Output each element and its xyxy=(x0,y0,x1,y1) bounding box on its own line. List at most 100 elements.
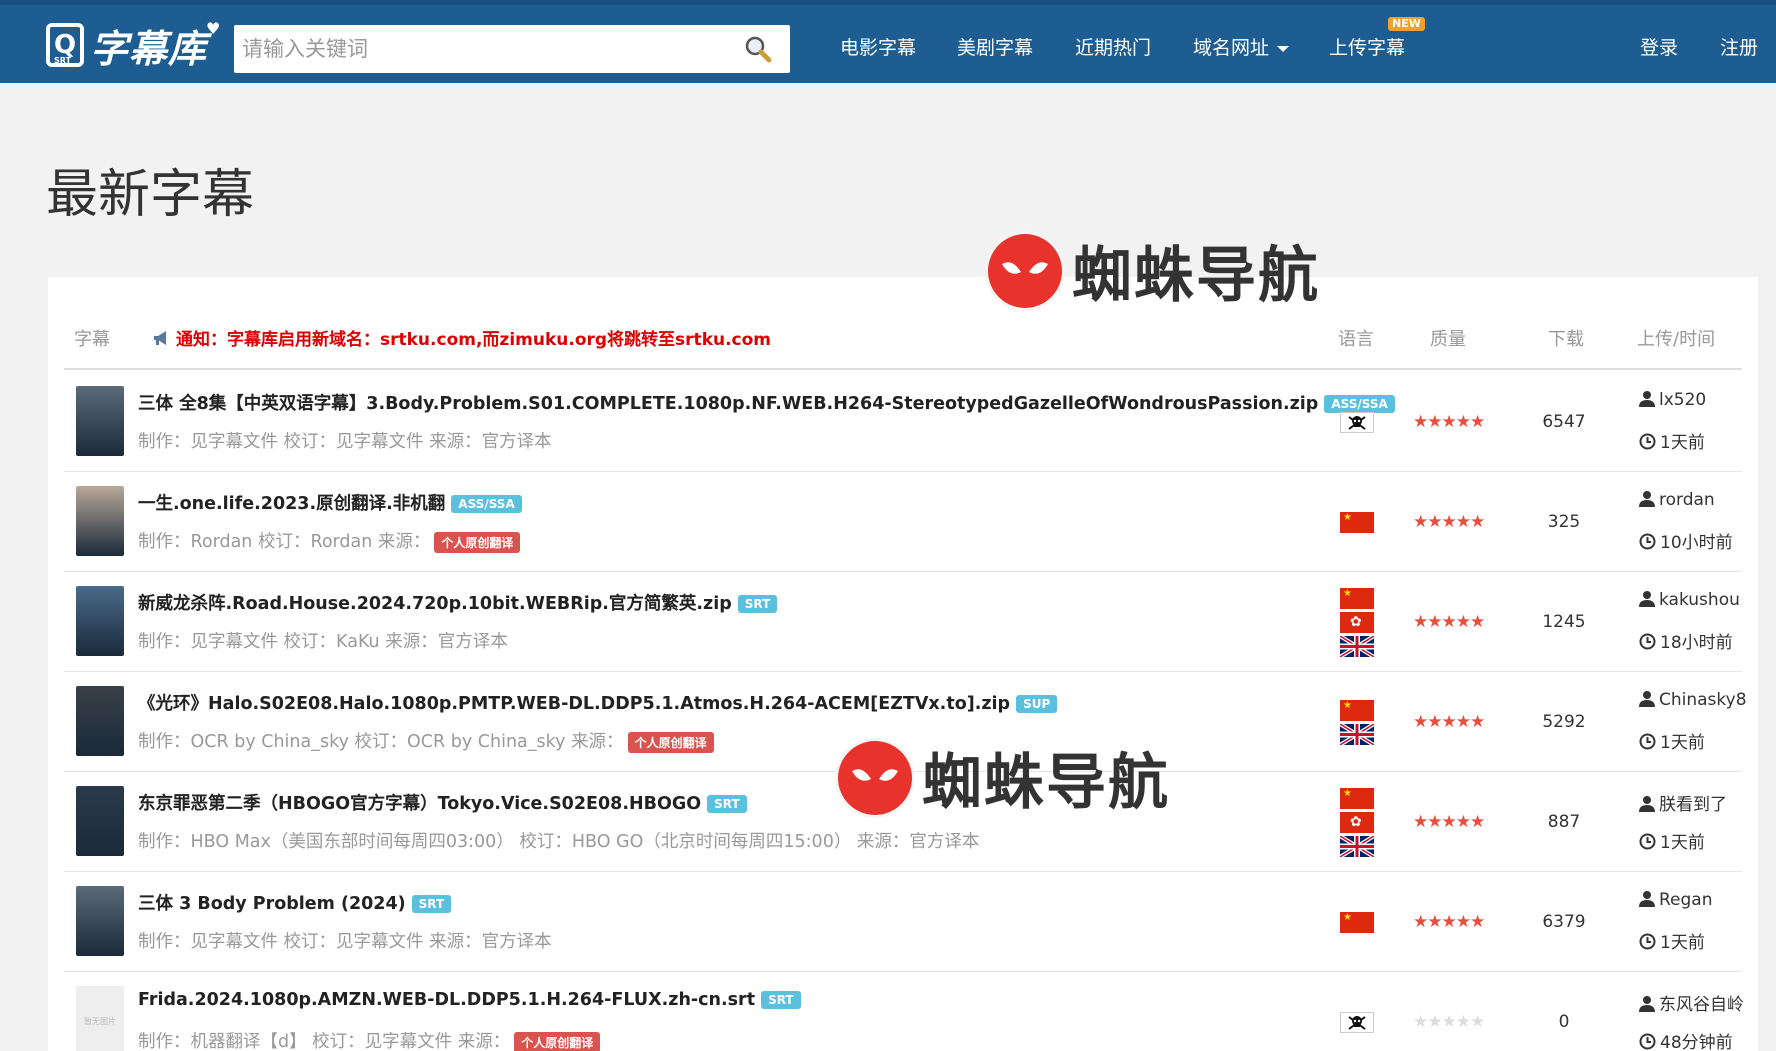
language-flags xyxy=(1340,511,1374,533)
quality-stars: ★★★★★ xyxy=(1413,712,1485,732)
quality-stars: ★★★★★ xyxy=(1413,812,1485,832)
subtitle-title-link[interactable]: 新威龙杀阵.Road.House.2024.720p.10bit.WEBRip.… xyxy=(138,590,778,615)
format-badge: SRT xyxy=(761,991,801,1009)
poster-thumbnail[interactable] xyxy=(76,886,124,956)
page-title: 最新字幕 xyxy=(46,165,255,225)
uploader-name: Regan xyxy=(1659,890,1713,910)
quality-stars: ★★★★★ xyxy=(1413,512,1485,532)
site-logo[interactable]: Q SRT 字幕库 ♥ xyxy=(46,17,220,73)
source-tag: 个人原创翻译 xyxy=(514,1031,601,1051)
subtitle-meta: 制作：HBO Max（美国东部时间每周四03:00） 校订：HBO GO（北京时… xyxy=(138,828,979,853)
uploader-name: 朕看到了 xyxy=(1659,795,1727,815)
poster-thumbnail[interactable] xyxy=(76,386,124,456)
subtitle-title-link[interactable]: Frida.2024.1080p.AMZN.WEB-DL.DDP5.1.H.26… xyxy=(138,990,801,1010)
subtitle-meta-text: 制作：OCR by China_sky 校订：OCR by China_sky … xyxy=(138,732,624,752)
cn-flag-icon xyxy=(1340,911,1374,933)
table-row[interactable]: 三体 3 Body Problem (2024) SRT 制作：见字幕文件 校订：见… xyxy=(64,872,1742,972)
table-header: 字幕 通知：字幕库启用新域名：srtku.com,而zimuku.org将跳转至… xyxy=(64,277,1742,370)
uploader-name: rordan xyxy=(1659,490,1715,510)
search-icon[interactable] xyxy=(744,35,772,63)
nav-upload-subtitles[interactable]: 上传字幕 xyxy=(1329,33,1405,60)
user-icon xyxy=(1639,491,1655,507)
subtitle-title: 新威龙杀阵.Road.House.2024.720p.10bit.WEBRip.… xyxy=(138,594,732,614)
new-badge: NEW xyxy=(1388,17,1425,31)
upload-time-text: 48分钟前 xyxy=(1660,1033,1733,1051)
upload-time-text: 1天前 xyxy=(1660,933,1705,953)
subtitle-title-link[interactable]: 东京罪恶第二季（HBOGO官方字幕）Tokyo.Vice.S02E08.HBOG… xyxy=(138,790,747,815)
uploader[interactable]: 东风谷自岭 xyxy=(1639,990,1749,1015)
subtitle-meta-text: 制作：见字幕文件 校订：见字幕文件 来源：官方译本 xyxy=(138,932,552,952)
header-language: 语言 xyxy=(1338,329,1374,350)
login-link[interactable]: 登录 xyxy=(1640,33,1678,60)
watermark-text: 蜘蛛导航 xyxy=(922,748,1170,818)
poster-thumbnail[interactable]: 暂无图片 xyxy=(76,986,124,1051)
format-badge: ASS/SSA xyxy=(451,495,522,513)
user-icon xyxy=(1639,796,1655,812)
nav-recent-hot[interactable]: 近期热门 xyxy=(1075,33,1151,60)
table-row[interactable]: 一生.one.life.2023.原创翻译.非机翻 ASS/SSA 制作：Rorda… xyxy=(64,472,1742,572)
nav-domains[interactable]: 域名网址 xyxy=(1193,33,1290,60)
uploader[interactable]: rordan xyxy=(1639,490,1749,510)
format-badge: ASS/SSA xyxy=(1324,395,1395,413)
download-count: 1245 xyxy=(1542,612,1586,632)
uploader-name: Chinasky8 xyxy=(1659,690,1747,710)
uploader-name: lx520 xyxy=(1659,390,1707,410)
table-row[interactable]: 暂无图片 Frida.2024.1080p.AMZN.WEB-DL.DDP5.1.… xyxy=(64,972,1744,1051)
download-count: 6379 xyxy=(1542,912,1586,932)
thumbnail-placeholder-text: 暂无图片 xyxy=(84,1017,116,1026)
clock-icon xyxy=(1639,833,1656,850)
subtitle-meta-text: 制作：见字幕文件 校订：KaKu 来源：官方译本 xyxy=(138,632,508,652)
poster-thumbnail[interactable] xyxy=(76,686,124,756)
cn-flag-icon xyxy=(1340,511,1374,533)
source-tag: 个人原创翻译 xyxy=(627,731,714,753)
header-quality: 质量 xyxy=(1430,329,1466,350)
clock-icon xyxy=(1639,1033,1656,1050)
notice-text: 通知：字幕库启用新域名：srtku.com,而zimuku.org将跳转至srt… xyxy=(176,330,772,350)
format-badge: SRT xyxy=(737,595,778,613)
search-input[interactable] xyxy=(234,25,724,73)
clock-icon xyxy=(1639,733,1656,750)
download-count: 887 xyxy=(1547,812,1581,832)
uploader[interactable]: kakushou xyxy=(1639,590,1749,610)
upload-time: 1天前 xyxy=(1639,928,1705,953)
subtitle-title-link[interactable]: 三体 3 Body Problem (2024) SRT xyxy=(138,890,452,915)
source-tag: 个人原创翻译 xyxy=(434,531,521,553)
uploader[interactable]: Chinasky8 xyxy=(1639,690,1749,710)
register-link[interactable]: 注册 xyxy=(1720,33,1758,60)
language-flags xyxy=(1340,699,1374,745)
subtitle-title-link[interactable]: 一生.one.life.2023.原创翻译.非机翻 ASS/SSA xyxy=(138,490,522,515)
uploader[interactable]: Regan xyxy=(1639,890,1749,910)
clock-icon xyxy=(1639,933,1656,950)
download-count: 5292 xyxy=(1542,712,1586,732)
cn-flag-icon xyxy=(1340,787,1374,809)
pirate-flag-icon xyxy=(1340,411,1374,433)
upload-time: 18小时前 xyxy=(1639,628,1733,653)
download-count: 6547 xyxy=(1542,412,1586,432)
table-row[interactable]: 新威龙杀阵.Road.House.2024.720p.10bit.WEBRip.… xyxy=(64,572,1742,672)
header-subtitle: 字幕 xyxy=(74,329,110,350)
upload-time: 1天前 xyxy=(1639,728,1705,753)
table-row[interactable]: 三体 全8集【中英双语字幕】3.Body.Problem.S01.COMPLET… xyxy=(64,372,1742,472)
subtitle-title-link[interactable]: 《光环》Halo.S02E08.Halo.1080p.PMTP.WEB-DL.D… xyxy=(138,690,1058,715)
megaphone-icon xyxy=(154,330,166,345)
subtitle-title: Frida.2024.1080p.AMZN.WEB-DL.DDP5.1.H.26… xyxy=(138,990,756,1010)
poster-thumbnail[interactable] xyxy=(76,586,124,656)
subtitle-meta-text: 制作：Rordan 校订：Rordan 来源： xyxy=(138,532,431,552)
language-flags xyxy=(1340,787,1374,857)
upload-time-text: 10小时前 xyxy=(1660,533,1733,553)
subtitle-title-link[interactable]: 三体 全8集【中英双语字幕】3.Body.Problem.S01.COMPLET… xyxy=(138,390,1395,415)
nav-movie-subtitles[interactable]: 电影字幕 xyxy=(840,33,916,60)
poster-thumbnail[interactable] xyxy=(76,786,124,856)
download-count: 325 xyxy=(1547,512,1581,532)
upload-time-text: 1天前 xyxy=(1660,833,1705,853)
uploader[interactable]: lx520 xyxy=(1639,390,1749,410)
upload-time: 10小时前 xyxy=(1639,528,1733,553)
language-flags xyxy=(1340,587,1374,657)
poster-thumbnail[interactable] xyxy=(76,486,124,556)
uploader[interactable]: 朕看到了 xyxy=(1639,790,1749,815)
uk-flag-icon xyxy=(1340,835,1374,857)
subtitle-meta: 制作：OCR by China_sky 校订：OCR by China_sky … xyxy=(138,728,714,753)
nav-us-tv-subtitles[interactable]: 美剧字幕 xyxy=(957,33,1033,60)
quality-stars: ★★★★★ xyxy=(1413,1012,1485,1032)
uk-flag-icon xyxy=(1340,723,1374,745)
